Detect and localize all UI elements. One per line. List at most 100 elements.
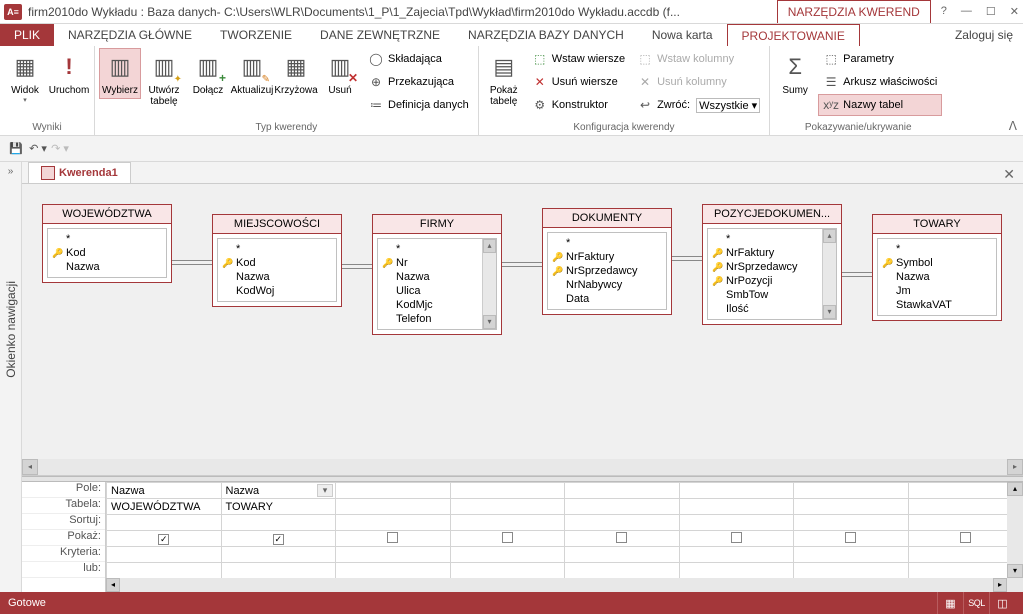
insertrows-button[interactable]: ⬚Wstaw wiersze bbox=[527, 48, 630, 70]
delete-button[interactable]: ▥✕ Usuń bbox=[319, 48, 361, 99]
key-icon: 🔑 bbox=[712, 262, 722, 273]
qbe-cell-selected[interactable]: Nazwa bbox=[221, 483, 336, 499]
ribbon-collapse-button[interactable]: ᐱ bbox=[1009, 119, 1017, 133]
tab-design[interactable]: PROJEKTOWANIE bbox=[727, 24, 860, 46]
qbe-cell[interactable]: Nazwa bbox=[107, 483, 222, 499]
key-icon: 🔑 bbox=[222, 258, 232, 269]
key-icon: 🔑 bbox=[712, 276, 722, 287]
parameters-button[interactable]: ⬚Parametry bbox=[818, 48, 942, 70]
tablenames-button[interactable]: xʸzNazwy tabel bbox=[818, 94, 942, 116]
nav-expand-icon[interactable]: » bbox=[4, 162, 18, 181]
nav-pane-label: Okienko nawigacji bbox=[4, 281, 18, 378]
sigma-icon: Σ bbox=[779, 51, 811, 83]
group-showhide-label: Pokazywanie/ukrywanie bbox=[774, 120, 942, 135]
help-icon[interactable]: ? bbox=[941, 5, 947, 18]
show-checkbox[interactable]: ✓ bbox=[158, 534, 169, 545]
tab-new[interactable]: Nowa karta bbox=[638, 24, 727, 46]
maketable-button[interactable]: ▥✦ Utwórz tabelę bbox=[143, 48, 185, 110]
datadef-button[interactable]: ≔Definicja danych bbox=[363, 94, 474, 116]
passthrough-button[interactable]: ⊕Przekazująca bbox=[363, 71, 474, 93]
select-query-button[interactable]: ▥ Wybierz bbox=[99, 48, 141, 99]
nav-pane-collapsed[interactable]: » Okienko nawigacji bbox=[0, 162, 22, 592]
builder-button[interactable]: ⚙Konstruktor bbox=[527, 94, 630, 116]
status-text: Gotowe bbox=[8, 597, 46, 609]
totals-button[interactable]: Σ Sumy bbox=[774, 48, 816, 99]
view-design-button[interactable]: ◫ bbox=[989, 592, 1015, 614]
table-towary[interactable]: TOWARY * 🔑Symbol Nazwa Jm StawkaVAT bbox=[872, 214, 1002, 321]
union-icon: ◯ bbox=[368, 51, 384, 67]
showtable-icon: ▤ bbox=[488, 51, 520, 83]
minimize-icon[interactable]: — bbox=[961, 5, 972, 18]
group-setup-label: Konfiguracja kwerendy bbox=[483, 120, 765, 135]
table-dokumenty[interactable]: DOKUMENTY * 🔑NrFaktury 🔑NrSprzedawcy NrN… bbox=[542, 208, 672, 315]
showtable-button[interactable]: ▤ Pokaż tabelę bbox=[483, 48, 525, 110]
table-miejscowosci[interactable]: MIEJSCOWOŚCI * 🔑Kod Nazwa KodWoj bbox=[212, 214, 342, 307]
table-title: MIEJSCOWOŚCI bbox=[213, 215, 341, 234]
deleterows-icon: ✕ bbox=[532, 74, 548, 90]
qbe-table[interactable]: Nazwa Nazwa WOJEWÓDZTWA TOWARY ✓ ✓ bbox=[106, 482, 1023, 579]
return-control[interactable]: ↩Zwróć: Wszystkie ▾ bbox=[632, 94, 765, 116]
document-tabs: Kwerenda1 ✕ bbox=[22, 162, 1023, 184]
select-query-icon: ▥ bbox=[104, 51, 136, 83]
maximize-icon[interactable]: ☐ bbox=[986, 5, 996, 18]
run-button[interactable]: ! Uruchom bbox=[48, 48, 90, 99]
show-checkbox[interactable] bbox=[616, 532, 627, 543]
tab-file[interactable]: PLIK bbox=[0, 24, 54, 46]
insertcols-button: ⬚Wstaw kolumny bbox=[632, 48, 765, 70]
key-icon: 🔑 bbox=[52, 248, 62, 259]
view-button[interactable]: ▦ Widok ▾ bbox=[4, 48, 46, 107]
show-checkbox[interactable] bbox=[960, 532, 971, 543]
quick-access-toolbar: 💾 ↶ ▾ ↷ ▾ bbox=[0, 136, 1023, 162]
table-firmy[interactable]: FIRMY * 🔑Nr Nazwa Ulica KodMjc Telefon ▴… bbox=[372, 214, 502, 335]
close-icon[interactable]: ✕ bbox=[1010, 5, 1019, 18]
scrollbar[interactable]: ▴▾ bbox=[482, 239, 496, 329]
tab-close-button[interactable]: ✕ bbox=[995, 166, 1023, 183]
crosstab-icon: ▦ bbox=[280, 51, 312, 83]
datasheet-icon: ▦ bbox=[9, 51, 41, 83]
group-results-label: Wyniki bbox=[4, 120, 90, 135]
redo-button: ↷ ▾ bbox=[50, 139, 70, 159]
union-button[interactable]: ◯Składająca bbox=[363, 48, 474, 70]
table-title: POZYCJEDOKUMEN... bbox=[703, 205, 841, 224]
tab-dbtools[interactable]: NARZĘDZIA BAZY DANYCH bbox=[454, 24, 638, 46]
tab-home[interactable]: NARZĘDZIA GŁÓWNE bbox=[54, 24, 206, 46]
deleterows-button[interactable]: ✕Usuń wiersze bbox=[527, 71, 630, 93]
view-sql-button[interactable]: SQL bbox=[963, 592, 989, 614]
qbe-row-labels: Pole: Tabela: Sortuj: Pokaż: Kryteria: l… bbox=[22, 482, 106, 592]
qbe-cell[interactable]: TOWARY bbox=[221, 499, 336, 515]
save-button[interactable]: 💾 bbox=[6, 139, 26, 159]
show-checkbox[interactable] bbox=[502, 532, 513, 543]
crosstab-button[interactable]: ▦ Krzyżowa bbox=[275, 48, 317, 99]
undo-button[interactable]: ↶ ▾ bbox=[28, 139, 48, 159]
scrollbar[interactable]: ▴▾ bbox=[822, 229, 836, 319]
deletecols-icon: ✕ bbox=[637, 74, 653, 90]
insertcols-icon: ⬚ bbox=[637, 51, 653, 67]
key-icon: 🔑 bbox=[552, 266, 562, 277]
update-icon: ▥✎ bbox=[236, 51, 268, 83]
login-link[interactable]: Zaloguj się bbox=[955, 24, 1023, 46]
query-tab-label: Kwerenda1 bbox=[59, 167, 118, 179]
query-tab[interactable]: Kwerenda1 bbox=[28, 162, 131, 183]
show-checkbox[interactable]: ✓ bbox=[273, 534, 284, 545]
tab-create[interactable]: TWORZENIE bbox=[206, 24, 306, 46]
table-title: DOKUMENTY bbox=[543, 209, 671, 228]
show-checkbox[interactable] bbox=[731, 532, 742, 543]
status-bar: Gotowe ▦ SQL ◫ bbox=[0, 592, 1023, 614]
propsheet-button[interactable]: ☰Arkusz właściwości bbox=[818, 71, 942, 93]
append-button[interactable]: ▥+ Dołącz bbox=[187, 48, 229, 99]
view-datasheet-button[interactable]: ▦ bbox=[937, 592, 963, 614]
key-icon: 🔑 bbox=[882, 258, 892, 269]
update-button[interactable]: ▥✎ Aktualizuj bbox=[231, 48, 273, 99]
query-design-canvas[interactable]: WOJEWÓDZTWA * 🔑Kod Nazwa MIEJSCOWOŚCI * … bbox=[22, 184, 1023, 476]
show-checkbox[interactable] bbox=[387, 532, 398, 543]
table-pozycje[interactable]: POZYCJEDOKUMEN... * 🔑NrFaktury 🔑NrSprzed… bbox=[702, 204, 842, 325]
tab-external[interactable]: DANE ZEWNĘTRZNE bbox=[306, 24, 454, 46]
show-checkbox[interactable] bbox=[845, 532, 856, 543]
builder-icon: ⚙ bbox=[532, 97, 548, 113]
qbe-hscrollbar[interactable]: ◂▸ bbox=[106, 578, 1007, 592]
qbe-cell[interactable]: WOJEWÓDZTWA bbox=[107, 499, 222, 515]
qbe-vscrollbar[interactable]: ▴▾ bbox=[1007, 482, 1023, 592]
table-wojewodztwa[interactable]: WOJEWÓDZTWA * 🔑Kod Nazwa bbox=[42, 204, 172, 283]
table-title: FIRMY bbox=[373, 215, 501, 234]
canvas-hscrollbar[interactable]: ◂▸ bbox=[22, 459, 1023, 475]
